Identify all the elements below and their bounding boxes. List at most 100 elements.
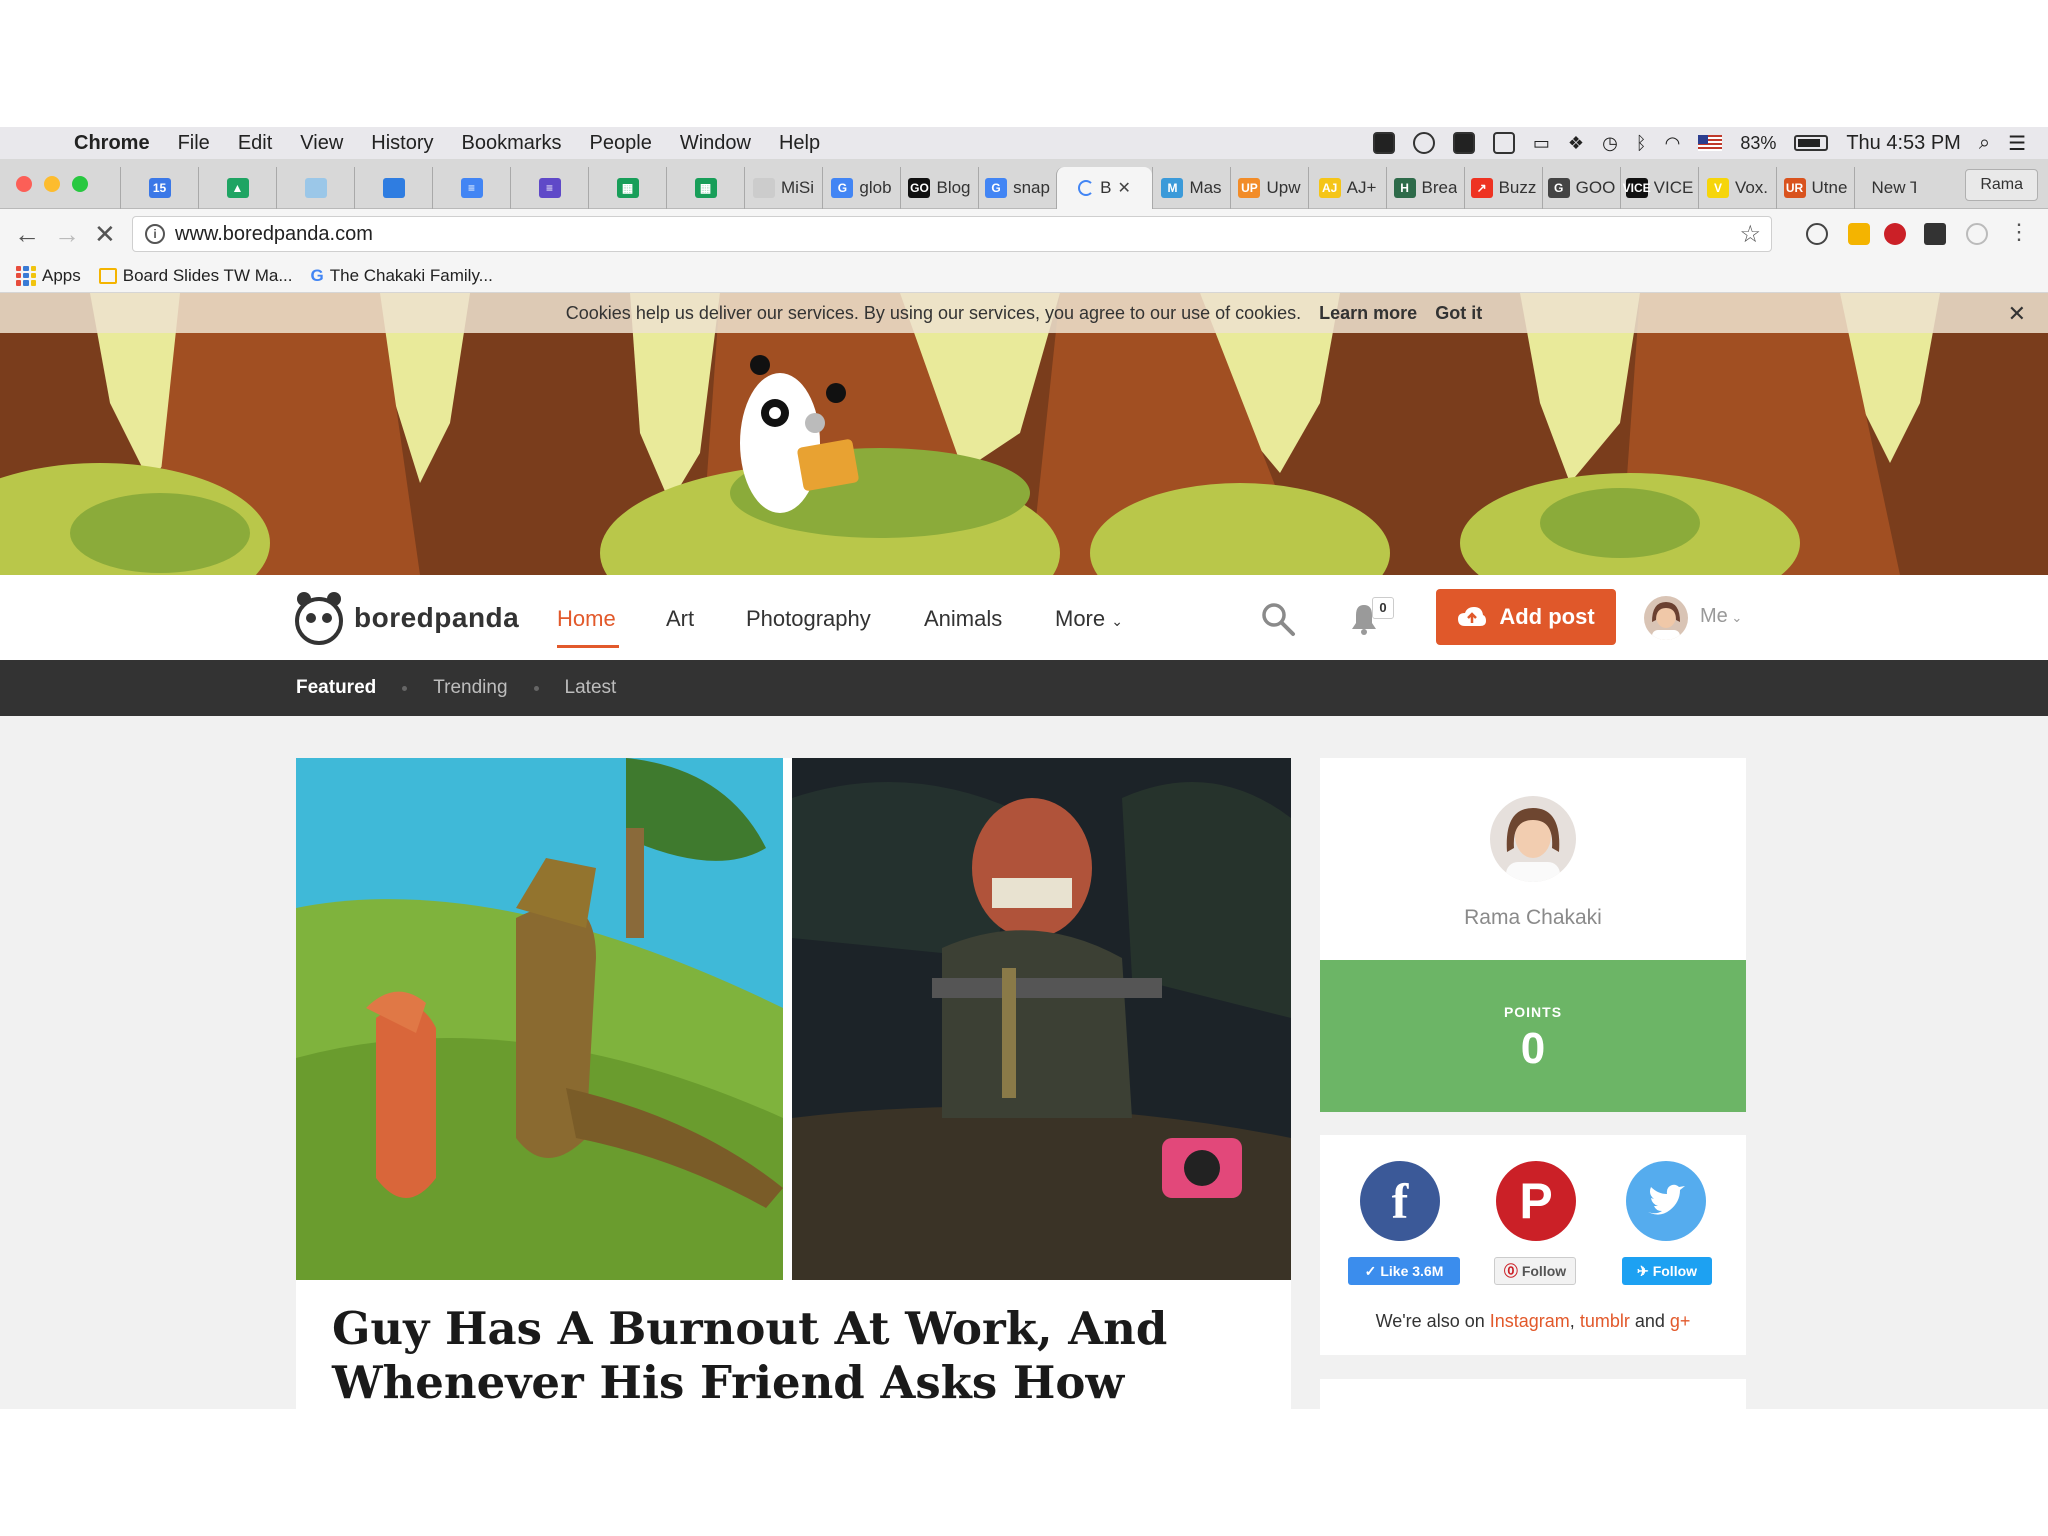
extension-password-icon[interactable]: [1806, 223, 1828, 245]
site-info-icon[interactable]: i: [145, 224, 165, 244]
featured-post-card[interactable]: Guy Has A Burnout At Work, And Whenever …: [296, 758, 1291, 1409]
nav-more[interactable]: More ⌄: [1055, 606, 1123, 632]
browser-tab[interactable]: AJ AJ+: [1308, 167, 1386, 209]
tab-close-icon[interactable]: ✕: [1117, 178, 1130, 198]
profile-name[interactable]: Rama Chakaki: [1320, 906, 1746, 930]
add-post-button[interactable]: Add post: [1436, 589, 1616, 645]
browser-tab[interactable]: ≡: [432, 167, 510, 209]
browser-tab[interactable]: H Brea: [1386, 167, 1464, 209]
camera-icon[interactable]: [1452, 132, 1475, 154]
password-manager-icon[interactable]: [1412, 132, 1435, 154]
nav-animals[interactable]: Animals: [924, 606, 1002, 632]
extension-pinterest-icon[interactable]: [1884, 223, 1906, 245]
post-headline[interactable]: Guy Has A Burnout At Work, And Whenever …: [332, 1302, 1232, 1409]
browser-tab[interactable]: [276, 167, 354, 209]
browser-tab[interactable]: V Vox.: [1698, 167, 1776, 209]
profile-avatar[interactable]: [1490, 796, 1576, 882]
spotlight-icon[interactable]: ⌕: [1979, 132, 1990, 155]
twitter-icon[interactable]: [1626, 1161, 1706, 1241]
menu-view[interactable]: View: [300, 132, 343, 155]
address-bar[interactable]: i www.boredpanda.com ☆: [132, 216, 1772, 252]
post-image-dino-soldier[interactable]: [792, 758, 1291, 1280]
chrome-menu-icon[interactable]: ⋮: [2008, 219, 2030, 245]
browser-tab[interactable]: ↗ Buzz: [1464, 167, 1542, 209]
calendar-icon[interactable]: [1492, 132, 1515, 154]
instagram-link[interactable]: Instagram: [1490, 1311, 1570, 1331]
battery-icon[interactable]: [1794, 135, 1829, 151]
extension-generic-icon[interactable]: [1966, 223, 1988, 245]
browser-tab[interactable]: Gsnap: [978, 167, 1056, 209]
tab-active[interactable]: B ✕: [1056, 167, 1152, 209]
minimize-window-button[interactable]: [44, 176, 60, 192]
cookie-learn-more-link[interactable]: Learn more: [1319, 303, 1417, 324]
menu-bookmarks[interactable]: Bookmarks: [462, 132, 562, 155]
menu-help[interactable]: Help: [779, 132, 820, 155]
zoom-window-button[interactable]: [72, 176, 88, 192]
browser-tab[interactable]: ▦: [666, 167, 744, 209]
airplay-icon[interactable]: ▭: [1533, 133, 1550, 154]
browser-tab[interactable]: New Ta: [1854, 167, 1932, 209]
browser-tab[interactable]: G GOO: [1542, 167, 1620, 209]
browser-tab[interactable]: UP Upw: [1230, 167, 1308, 209]
browser-tab[interactable]: MiSi: [744, 167, 822, 209]
bookmark-board-slides[interactable]: Board Slides TW Ma...: [98, 266, 293, 286]
notification-center-icon[interactable]: ☰: [2008, 131, 2026, 156]
boredpanda-logo[interactable]: boredpanda: [294, 591, 519, 645]
me-menu[interactable]: Me ⌄: [1700, 605, 1742, 628]
clock[interactable]: Thu 4:53 PM: [1846, 132, 1961, 155]
browser-tab[interactable]: [354, 167, 432, 209]
browser-tab[interactable]: UR Utne: [1776, 167, 1854, 209]
bookmark-apps[interactable]: Apps: [16, 265, 81, 286]
browser-tab[interactable]: ▲: [198, 167, 276, 209]
search-icon[interactable]: [1260, 601, 1296, 637]
profile-chip[interactable]: Rama: [1965, 169, 2038, 201]
close-window-button[interactable]: [16, 176, 32, 192]
dropbox-icon[interactable]: ❖: [1568, 133, 1584, 154]
window-manager-icon[interactable]: [1372, 132, 1395, 154]
close-icon[interactable]: ✕: [2008, 301, 2026, 327]
user-avatar[interactable]: [1644, 596, 1688, 640]
gplus-link[interactable]: g+: [1670, 1311, 1691, 1331]
twitter-follow-button[interactable]: ✈ Follow: [1622, 1257, 1712, 1285]
bookmark-chakaki-family[interactable]: G The Chakaki Family...: [311, 266, 493, 286]
menu-edit[interactable]: Edit: [238, 132, 272, 155]
cookie-got-it-button[interactable]: Got it: [1435, 303, 1482, 324]
browser-tab[interactable]: ▦: [588, 167, 666, 209]
bluetooth-icon[interactable]: ᛒ: [1636, 133, 1647, 154]
extension-buffer-icon[interactable]: [1924, 223, 1946, 245]
extension-evernote-icon[interactable]: [1848, 223, 1870, 245]
subnav-latest[interactable]: Latest: [565, 677, 617, 699]
back-arrow-icon[interactable]: ←: [14, 219, 40, 250]
url-text[interactable]: www.boredpanda.com: [175, 223, 373, 246]
browser-tab[interactable]: ≡: [510, 167, 588, 209]
facebook-like-button[interactable]: ✓ Like 3.6M: [1348, 1257, 1460, 1285]
menu-app-name[interactable]: Chrome: [74, 132, 150, 155]
bookmark-star-icon[interactable]: ☆: [1739, 220, 1761, 249]
menu-window[interactable]: Window: [680, 132, 751, 155]
stop-loading-icon[interactable]: ✕: [94, 219, 116, 250]
nav-art[interactable]: Art: [666, 606, 694, 632]
facebook-icon[interactable]: f: [1360, 1161, 1440, 1241]
nav-home[interactable]: Home: [557, 606, 616, 632]
browser-tab[interactable]: 15: [120, 167, 198, 209]
menu-file[interactable]: File: [178, 132, 210, 155]
time-machine-icon[interactable]: ◷: [1602, 133, 1618, 154]
subnav-featured[interactable]: Featured: [296, 677, 376, 699]
browser-tab[interactable]: Gglob: [822, 167, 900, 209]
site-header: boredpanda Home Art Photography Animals …: [0, 575, 2048, 660]
nav-photography[interactable]: Photography: [746, 606, 871, 632]
browser-tab[interactable]: VICE VICE: [1620, 167, 1698, 209]
pinterest-follow-button[interactable]: ⓪ Follow: [1494, 1257, 1576, 1285]
browser-tab[interactable]: M Mas: [1152, 167, 1230, 209]
subnav-trending[interactable]: Trending: [433, 677, 507, 699]
browser-tab[interactable]: GO Blog: [900, 167, 978, 209]
menu-history[interactable]: History: [371, 132, 433, 155]
tumblr-link[interactable]: tumblr: [1580, 1311, 1630, 1331]
pinterest-icon[interactable]: P: [1496, 1161, 1576, 1241]
wifi-icon[interactable]: ◠: [1665, 133, 1681, 154]
flag-icon[interactable]: [1698, 135, 1723, 151]
chevron-down-icon: ⌄: [1727, 610, 1743, 625]
forward-arrow-icon[interactable]: →: [54, 219, 80, 250]
menu-people[interactable]: People: [590, 132, 652, 155]
post-image-dinosaurs[interactable]: [296, 758, 783, 1280]
